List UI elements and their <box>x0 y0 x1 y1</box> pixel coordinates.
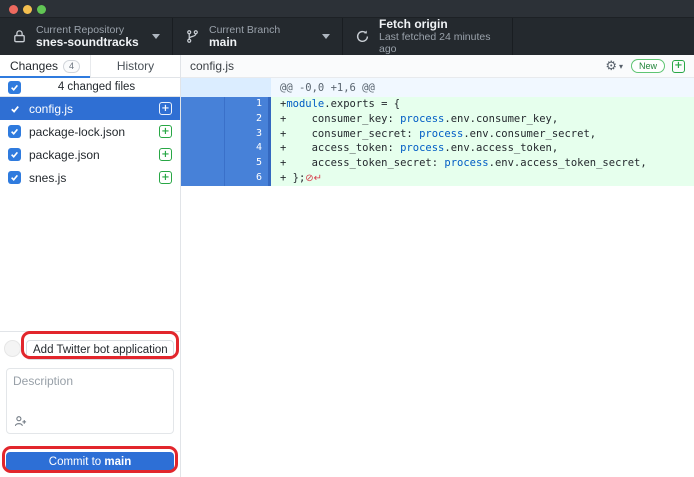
line-number: 6 <box>225 171 268 186</box>
file-row-snes-js[interactable]: snes.js + <box>0 166 180 189</box>
tab-changes-label: Changes <box>10 59 58 73</box>
fetch-origin-button[interactable]: Fetch origin Last fetched 24 minutes ago <box>343 18 513 55</box>
hunk-header-row: @@ -0,0 +1,6 @@ <box>181 78 694 97</box>
minimize-window-button[interactable] <box>23 5 32 14</box>
branch-label: Current Branch <box>209 24 316 36</box>
file-name: package.json <box>29 148 159 162</box>
branch-name: main <box>209 36 316 50</box>
line-content: + };⊘↵ <box>271 171 694 186</box>
git-branch-icon <box>185 29 200 44</box>
select-all-checkbox[interactable] <box>8 81 21 94</box>
sync-icon <box>355 29 370 44</box>
line-content: + consumer_secret: process.env.consumer_… <box>271 127 694 142</box>
titlebar <box>0 0 694 18</box>
diff-body: @@ -0,0 +1,6 @@ 1 +module.exports = { 2 … <box>181 78 694 186</box>
line-gutter[interactable]: 2 <box>181 112 271 127</box>
added-file-icon: + <box>159 125 172 138</box>
changes-count-badge: 4 <box>63 60 80 73</box>
diff-line-2: 2 + consumer_key: process.env.consumer_k… <box>181 112 694 127</box>
file-name: config.js <box>29 102 159 116</box>
commit-form: Commit to main <box>0 331 180 477</box>
diff-line-4: 4 + access_token: process.env.access_tok… <box>181 141 694 156</box>
repository-label: Current Repository <box>36 24 146 36</box>
gear-icon: ⚙ <box>605 60 617 73</box>
file-checkbox[interactable] <box>8 148 21 161</box>
hunk-header-text: @@ -0,0 +1,6 @@ <box>271 78 694 97</box>
check-icon <box>10 173 19 182</box>
toolbar: Current Repository snes-soundtracks Curr… <box>0 18 694 55</box>
fetch-title: Fetch origin <box>379 18 500 32</box>
commit-button-label: Commit to <box>49 456 105 468</box>
check-icon <box>10 104 20 114</box>
hunk-gutter <box>181 78 271 97</box>
repository-selector[interactable]: Current Repository snes-soundtracks <box>0 18 173 55</box>
fetch-subtitle: Last fetched 24 minutes ago <box>379 31 500 55</box>
diff-header: config.js ⚙ ▾ New + <box>181 55 694 78</box>
zoom-window-button[interactable] <box>37 5 46 14</box>
diff-line-1: 1 +module.exports = { <box>181 97 694 112</box>
line-gutter[interactable]: 3 <box>181 127 271 142</box>
tab-history[interactable]: History <box>90 55 180 77</box>
file-name: package-lock.json <box>29 125 159 139</box>
sidebar-tabs: Changes 4 History <box>0 55 180 78</box>
diff-line-5: 5 + access_token_secret: process.env.acc… <box>181 156 694 171</box>
line-number: 3 <box>225 127 268 142</box>
file-row-package-json[interactable]: package.json + <box>0 143 180 166</box>
commit-button[interactable]: Commit to main <box>6 452 174 471</box>
line-content: +module.exports = { <box>271 97 694 112</box>
tab-changes[interactable]: Changes 4 <box>0 55 90 77</box>
file-checkbox[interactable] <box>8 102 21 115</box>
changed-file-list: config.js + package-lock.json + package.… <box>0 97 180 189</box>
new-file-badge: New <box>631 59 665 74</box>
diff-filename: config.js <box>190 59 605 73</box>
avatar <box>4 340 21 357</box>
line-gutter[interactable]: 6 <box>181 171 271 186</box>
commit-summary-input[interactable] <box>26 340 174 360</box>
line-gutter[interactable]: 1 <box>181 97 271 112</box>
commit-description-box <box>6 368 174 434</box>
line-content: + consumer_key: process.env.consumer_key… <box>271 112 694 127</box>
check-icon <box>10 83 19 92</box>
check-icon <box>10 127 19 136</box>
added-file-icon: + <box>672 60 685 73</box>
diff-options-button[interactable]: ⚙ ▾ <box>605 60 623 73</box>
branch-selector[interactable]: Current Branch main <box>173 18 343 55</box>
check-icon <box>10 150 19 159</box>
line-gutter[interactable]: 5 <box>181 156 271 171</box>
chevron-down-icon: ▾ <box>619 62 623 71</box>
sidebar: Changes 4 History 4 changed files config… <box>0 55 180 477</box>
added-file-icon: + <box>159 102 172 115</box>
line-number: 5 <box>225 156 268 171</box>
commit-description-input[interactable] <box>7 369 173 415</box>
file-row-config-js[interactable]: config.js + <box>0 97 180 120</box>
file-name: snes.js <box>29 171 159 185</box>
no-newline-icon: ⊘↵ <box>305 173 322 184</box>
line-content: + access_token_secret: process.env.acces… <box>271 156 694 171</box>
chevron-down-icon <box>322 34 330 39</box>
file-checkbox[interactable] <box>8 125 21 138</box>
added-file-icon: + <box>159 148 172 161</box>
file-row-package-lock-json[interactable]: package-lock.json + <box>0 120 180 143</box>
changed-files-count: 4 changed files <box>21 81 172 93</box>
repository-name: snes-soundtracks <box>36 36 146 50</box>
add-coauthor-icon[interactable] <box>14 415 27 428</box>
close-window-button[interactable] <box>9 5 18 14</box>
tab-history-label: History <box>117 59 154 73</box>
chevron-down-icon <box>152 34 160 39</box>
lock-icon <box>12 29 27 44</box>
line-content: + access_token: process.env.access_token… <box>271 141 694 156</box>
diff-line-6: 6 + };⊘↵ <box>181 171 694 186</box>
line-number: 2 <box>225 112 268 127</box>
diff-line-3: 3 + consumer_secret: process.env.consume… <box>181 127 694 142</box>
github-desktop-window: Current Repository snes-soundtracks Curr… <box>0 0 694 477</box>
file-checkbox[interactable] <box>8 171 21 184</box>
added-file-icon: + <box>159 171 172 184</box>
changed-files-header: 4 changed files <box>0 78 180 97</box>
line-number: 4 <box>225 141 268 156</box>
commit-button-branch: main <box>104 456 131 468</box>
diff-panel: config.js ⚙ ▾ New + @@ -0,0 +1,6 @@ 1 +m… <box>180 55 694 477</box>
line-number: 1 <box>225 97 268 112</box>
line-gutter[interactable]: 4 <box>181 141 271 156</box>
